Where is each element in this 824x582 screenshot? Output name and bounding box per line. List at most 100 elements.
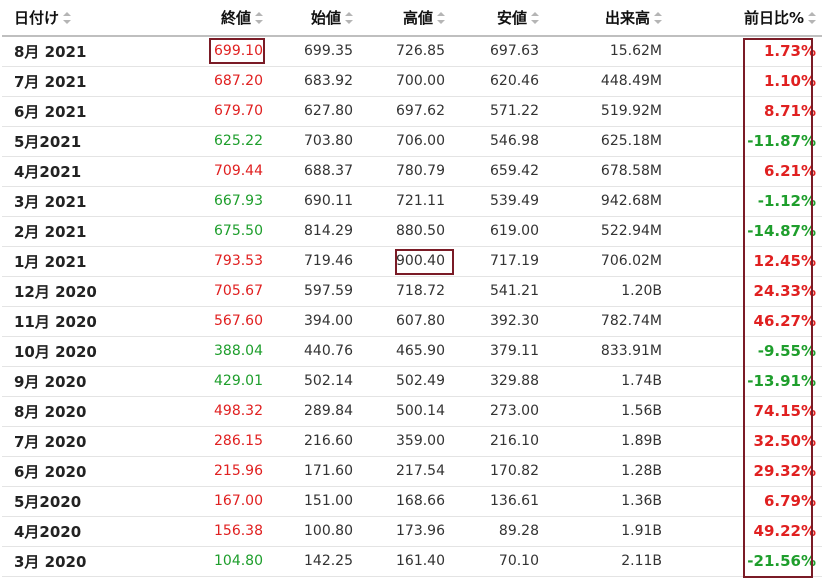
cell-volume: 678.58M — [545, 156, 668, 186]
cell-value: 216.60 — [304, 433, 353, 449]
cell-value: 273.00 — [490, 403, 539, 419]
cell-value: 659.42 — [490, 163, 539, 179]
cell-value: 2.11B — [621, 553, 662, 569]
cell-low: 620.46 — [451, 66, 545, 96]
table-row: 4月2021 709.44 688.37 780.79 659.42 678.58M 6.2… — [2, 156, 822, 186]
cell-high: 726.85 — [359, 36, 451, 66]
column-header-label: 高値 — [402, 9, 433, 27]
cell-volume: 1.20B — [545, 276, 668, 306]
cell-value: 1.10% — [763, 72, 816, 90]
cell-low: 170.82 — [451, 456, 545, 486]
cell-value: 522.94M — [600, 223, 662, 239]
cell-value: 699.35 — [304, 43, 353, 60]
cell-high: 700.00 — [359, 66, 451, 96]
cell-value: 627.80 — [304, 103, 353, 119]
cell-change: 6.21% — [668, 156, 822, 186]
cell-value: 6.21% — [763, 162, 816, 180]
table-body: 8月 2021 699.10 699.35 726.85 697.63 15.62M 1.7… — [2, 36, 822, 576]
cell-value: 12.45% — [753, 252, 816, 270]
cell-value: 1.36B — [621, 493, 662, 509]
cell-open: 100.80 — [269, 516, 359, 546]
table-row: 9月 2020 429.01 502.14 502.49 329.88 1.74B -13.… — [2, 366, 822, 396]
cell-value: 541.21 — [490, 283, 539, 299]
cell-change: 29.32% — [668, 456, 822, 486]
cell-value: 388.04 — [214, 343, 263, 359]
column-header-label: 日付け — [14, 9, 60, 27]
column-header-open[interactable]: 始値 — [269, 0, 359, 37]
cell-volume: 782.74M — [545, 306, 668, 336]
cell-value: 688.37 — [304, 163, 353, 179]
cell-low: 392.30 — [451, 306, 545, 336]
cell-value: 793.53 — [214, 253, 263, 269]
cell-value: 700.00 — [396, 73, 445, 89]
cell-low: 659.42 — [451, 156, 545, 186]
column-header-close[interactable]: 終値 — [152, 0, 269, 37]
cell-value: 703.80 — [304, 133, 353, 149]
sort-icon — [808, 11, 816, 24]
cell-value: 1.89B — [621, 433, 662, 449]
column-header-label: 始値 — [310, 9, 341, 27]
table-row: 3月 2021 667.93 690.11 721.11 539.49 942.68M -1… — [2, 186, 822, 216]
cell-value: 1.56B — [621, 403, 662, 419]
cell-value: 29.32% — [753, 462, 816, 480]
cell-value: 8月 2021 — [14, 42, 87, 61]
cell-volume: 448.49M — [545, 66, 668, 96]
cell-date: 5月2021 — [2, 126, 152, 156]
column-header-high[interactable]: 高値 — [359, 0, 451, 37]
cell-open: 688.37 — [269, 156, 359, 186]
sort-icon — [345, 11, 353, 24]
cell-date: 3月 2020 — [2, 546, 152, 576]
sort-icon — [531, 11, 539, 24]
cell-low: 216.10 — [451, 426, 545, 456]
cell-change: -14.87% — [668, 216, 822, 246]
cell-value: 667.93 — [214, 193, 263, 209]
cell-value: 719.46 — [304, 253, 353, 269]
cell-value: 440.76 — [304, 343, 353, 359]
cell-value: 429.01 — [214, 373, 263, 389]
cell-value: -1.12% — [757, 192, 816, 210]
cell-value: 3月 2020 — [14, 552, 87, 571]
cell-close: 705.67 — [152, 276, 269, 306]
column-header-low[interactable]: 安値 — [451, 0, 545, 37]
cell-change: -13.91% — [668, 366, 822, 396]
cell-close: 286.15 — [152, 426, 269, 456]
cell-open: 627.80 — [269, 96, 359, 126]
cell-value: 814.29 — [304, 223, 353, 239]
cell-change: -9.55% — [668, 336, 822, 366]
cell-value: 567.60 — [214, 313, 263, 329]
sort-icon — [63, 11, 72, 24]
cell-value: 167.00 — [214, 493, 263, 509]
cell-date: 5月2020 — [2, 486, 152, 516]
cell-value: 289.84 — [304, 403, 353, 419]
cell-value: 448.49M — [600, 73, 662, 89]
cell-volume: 942.68M — [545, 186, 668, 216]
cell-close: 104.80 — [152, 546, 269, 576]
table-row: 11月 2020 567.60 394.00 607.80 392.30 782.74M 4… — [2, 306, 822, 336]
cell-volume: 625.18M — [545, 126, 668, 156]
column-header-label: 終値 — [220, 9, 251, 27]
column-header-date[interactable]: 日付け — [2, 0, 152, 37]
cell-open: 216.60 — [269, 426, 359, 456]
cell-change: 32.50% — [668, 426, 822, 456]
cell-value: 151.00 — [304, 493, 353, 509]
sort-icon — [654, 11, 662, 24]
cell-low: 619.00 — [451, 216, 545, 246]
cell-value: 215.96 — [214, 463, 263, 479]
cell-open: 690.11 — [269, 186, 359, 216]
cell-high: 502.49 — [359, 366, 451, 396]
column-header-label: 前日比% — [743, 9, 804, 27]
cell-date: 4月2020 — [2, 516, 152, 546]
column-header-change[interactable]: 前日比% — [668, 0, 822, 37]
cell-value: 465.90 — [396, 343, 445, 359]
cell-date: 9月 2020 — [2, 366, 152, 396]
cell-close: 679.70 — [152, 96, 269, 126]
cell-value: 675.50 — [214, 223, 263, 239]
cell-value: 286.15 — [214, 433, 263, 449]
column-header-volume[interactable]: 出来高 — [545, 0, 668, 37]
cell-value: 690.11 — [304, 193, 353, 209]
cell-volume: 1.74B — [545, 366, 668, 396]
cell-value: 706.00 — [396, 133, 445, 149]
table-row: 12月 2020 705.67 597.59 718.72 541.21 1.20B 24.… — [2, 276, 822, 306]
cell-change: 49.22% — [668, 516, 822, 546]
cell-value: -11.87% — [747, 132, 816, 150]
